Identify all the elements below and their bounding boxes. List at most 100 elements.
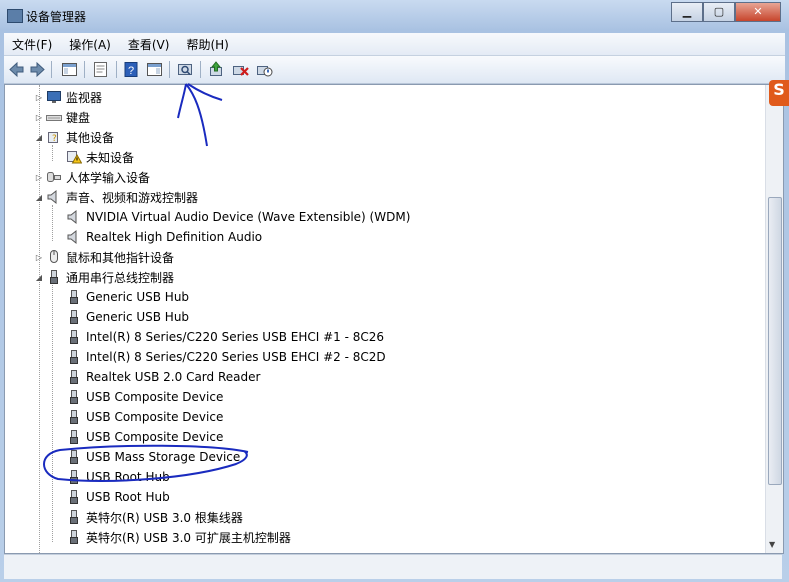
tree-item-label: Intel(R) 8 Series/C220 Series USB EHCI #… [86,350,386,364]
tree-category[interactable]: 人体学输入设备 [46,167,150,187]
tree-device-item[interactable]: Intel(R) 8 Series/C220 Series USB EHCI #… [66,347,386,367]
usb-icon [70,510,78,524]
tree-category[interactable]: 鼠标和其他指针设备 [46,247,174,267]
usb-icon [70,350,78,364]
menu-file[interactable]: 文件(F) [4,33,61,55]
help-icon[interactable]: ? [123,61,140,78]
minimize-button[interactable]: ▁ [671,2,703,22]
tree-item-label: 监视器 [66,90,103,105]
tree-item-label: USB Root Hub [86,490,170,504]
usb-icon [70,450,78,464]
tree-item-label: 通用串行总线控制器 [66,270,175,285]
tree-item-label: Generic USB Hub [86,310,190,324]
tree-device-item[interactable]: USB Composite Device [66,407,223,427]
tree-item-label: Realtek High Definition Audio [86,230,263,244]
svg-text:?: ? [128,65,134,77]
device-tree-pane: ▷ 监视器 ▷ 键盘 ◢? 其他设备 未知设备 ▷ 人体学输入设备 ◢ 声音、视频和游戏控制器 NVI… [4,84,784,554]
properties-icon[interactable] [92,61,109,78]
speaker-icon [47,189,57,205]
device-manager-window: 设备管理器 ▁ ▢ ✕ 文件(F) 操作(A) 查看(V) 帮助(H) ? ▷ … [0,0,789,582]
tree-item-label: USB Composite Device [86,410,224,424]
tree-item-label: Generic USB Hub [86,290,190,304]
usb-icon [70,430,78,444]
tree-expander[interactable]: ▷ [35,113,43,122]
tree-item-label: Intel(R) 8 Series/C220 Series USB EHCI #… [86,330,385,344]
show-hide-tree-icon[interactable] [61,61,78,78]
usb-icon [70,390,78,404]
back-icon[interactable] [8,61,25,78]
menu-view[interactable]: 查看(V) [120,33,179,55]
tree-item-label: 人体学输入设备 [66,170,151,185]
scroll-down-arrow-icon[interactable]: ▼ [769,540,775,549]
status-bar [4,554,782,579]
tree-device-item[interactable]: USB Root Hub [66,487,170,507]
disable-icon[interactable] [256,61,273,78]
menu-action[interactable]: 操作(A) [61,33,120,55]
tree-device-item[interactable]: NVIDIA Virtual Audio Device (Wave Extens… [66,207,410,227]
menu-help[interactable]: 帮助(H) [178,33,237,55]
usb-icon [70,530,78,544]
other-devices-icon: ? [48,132,58,144]
usb-icon [70,310,78,324]
speaker-icon [67,229,77,245]
update-driver-icon[interactable] [208,61,225,78]
hid-icon [47,172,61,182]
tree-item-label: 其他设备 [66,130,115,145]
tree-device-item[interactable]: 英特尔(R) USB 3.0 根集线器 [66,507,243,527]
tree-device-item[interactable]: Intel(R) 8 Series/C220 Series USB EHCI #… [66,327,384,347]
sogou-ime-badge[interactable]: S [769,80,789,106]
tree-expander[interactable]: ▷ [35,173,43,182]
monitor-icon [47,91,61,103]
tree-item-label: 英特尔(R) USB 3.0 可扩展主机控制器 [86,530,291,545]
tree-expander[interactable]: ◢ [35,273,43,282]
tree-item-label: USB Composite Device [86,430,224,444]
tree-item-label: 英特尔(R) USB 3.0 根集线器 [86,510,243,525]
tree-device-item[interactable]: Realtek USB 2.0 Card Reader [66,367,260,387]
scan-hardware-icon[interactable] [177,61,194,78]
tree-expander[interactable]: ◢ [35,193,43,202]
tree-category[interactable]: 键盘 [46,107,90,127]
usb-icon [70,290,78,304]
tree-device-item[interactable]: USB Composite Device [66,427,223,447]
usb-icon [70,410,78,424]
tree-category[interactable]: 声音、视频和游戏控制器 [46,187,198,207]
close-button[interactable]: ✕ [735,2,781,22]
tree-device-item[interactable]: USB Mass Storage Device [66,447,240,467]
menu-bar: 文件(F) 操作(A) 查看(V) 帮助(H) [4,33,785,56]
usb-icon [70,330,78,344]
scrollbar-thumb[interactable] [768,197,782,485]
tree-item-label: USB Composite Device [86,390,224,404]
tree-item-label: 声音、视频和游戏控制器 [66,190,199,205]
forward-icon[interactable] [29,61,46,78]
svg-text:?: ? [52,134,57,144]
tree-item-label: NVIDIA Virtual Audio Device (Wave Extens… [86,210,411,224]
tree-device-item[interactable]: 英特尔(R) USB 3.0 可扩展主机控制器 [66,527,291,547]
tree-item-label: USB Mass Storage Device [86,450,241,464]
tree-item-label: 未知设备 [86,150,135,165]
tree-category[interactable]: 监视器 [46,87,102,107]
vertical-scrollbar[interactable]: ▲ ▼ [765,85,783,553]
tree-device-item[interactable]: Realtek High Definition Audio [66,227,262,247]
tree-device-item[interactable]: USB Root Hub [66,467,170,487]
tree-device-item[interactable]: USB Composite Device [66,387,223,407]
usb-icon [70,470,78,484]
tree-device-item[interactable]: 未知设备 [66,147,134,167]
usb-icon [70,490,78,504]
tree-device-item[interactable]: Generic USB Hub [66,307,189,327]
tree-item-label: 键盘 [66,110,91,125]
tree-category[interactable]: ? 其他设备 [46,127,114,147]
unknown-device-warning-icon [67,151,82,164]
tree-expander[interactable]: ▷ [35,93,43,102]
tree-expander[interactable]: ▷ [35,253,43,262]
title-bar[interactable]: 设备管理器 ▁ ▢ ✕ [0,0,789,32]
uninstall-icon[interactable] [232,61,249,78]
usb-icon [50,270,58,284]
device-manager-icon [7,9,23,23]
tree-item-label: Realtek USB 2.0 Card Reader [86,370,261,384]
action-pane-icon[interactable] [146,61,163,78]
tree-category[interactable]: 通用串行总线控制器 [46,267,174,287]
speaker-icon [67,209,77,225]
tree-device-item[interactable]: Generic USB Hub [66,287,189,307]
maximize-button[interactable]: ▢ [703,2,735,22]
tree-expander[interactable]: ◢ [35,133,43,142]
